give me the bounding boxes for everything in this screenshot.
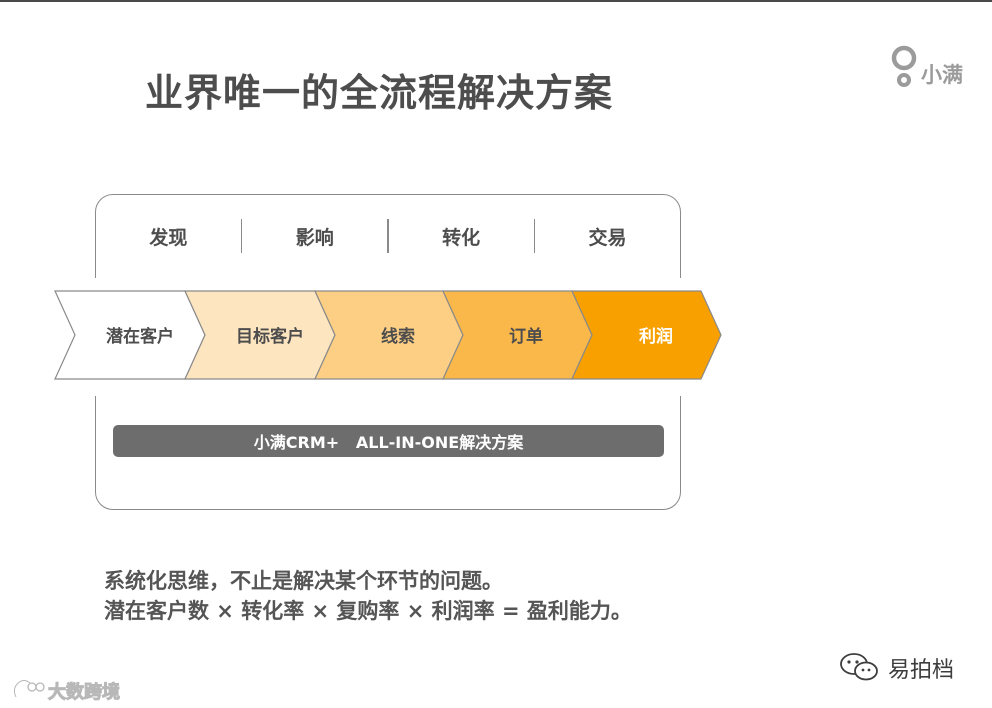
watermark-right: 易拍档 [838, 652, 978, 683]
flow-label-lead: 线索 [381, 327, 415, 347]
watermark-logo-icon [12, 679, 45, 698]
description-line: 系统化思维，不止是解决某个环节的问题。 [104, 569, 503, 593]
description-line: 潜在客户数 × 转化率 × 复购率 × 利润率 = 盈利能力。 [104, 599, 632, 623]
flow-label-profit: 利润 [639, 327, 673, 347]
flow-label-order: 订单 [509, 327, 543, 347]
watermark-right-text: 易拍档 [888, 658, 955, 683]
description: 系统化思维，不止是解决某个环节的问题。 潜在客户数 × 转化率 × 复购率 × … [104, 566, 632, 626]
flow-label-prospect: 潜在客户 [106, 327, 174, 347]
watermark-left-text: 大数跨境 [48, 682, 121, 704]
flow-label-target-customer: 目标客户 [236, 327, 304, 347]
wechat-icon [840, 653, 878, 681]
watermark-left: 大数跨境 [10, 677, 140, 704]
solution-bar: 小满CRM+ ALL-IN-ONE解决方案 [113, 425, 664, 457]
